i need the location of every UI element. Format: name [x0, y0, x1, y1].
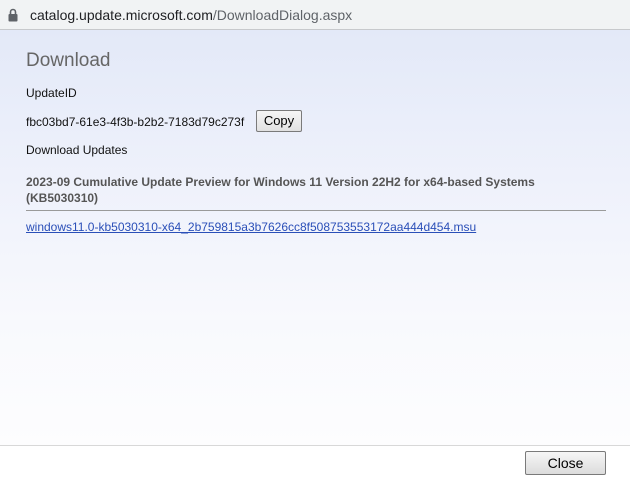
download-dialog: Download UpdateID fbc03bd7-61e3-4f3b-b2b…: [0, 30, 630, 445]
address-bar[interactable]: catalog.update.microsoft.com/DownloadDia…: [0, 0, 630, 30]
update-title: 2023-09 Cumulative Update Preview for Wi…: [26, 175, 535, 205]
update-id-label: UpdateID: [26, 86, 77, 100]
update-id-value: fbc03bd7-61e3-4f3b-b2b2-7183d79c273f: [26, 115, 245, 129]
close-button[interactable]: Close: [525, 451, 606, 475]
url-path: /DownloadDialog.aspx: [212, 7, 353, 23]
url-text[interactable]: catalog.update.microsoft.com/DownloadDia…: [30, 6, 352, 24]
separator: [26, 210, 606, 211]
dialog-footer: Close: [0, 445, 630, 484]
dialog-title: Download: [26, 50, 111, 71]
lock-icon: [8, 8, 18, 22]
download-link[interactable]: windows11.0-kb5030310-x64_2b759815a3b762…: [26, 220, 476, 235]
url-host: catalog.update.microsoft.com: [30, 7, 213, 23]
download-updates-label: Download Updates: [26, 143, 128, 157]
copy-button[interactable]: Copy: [256, 110, 302, 132]
